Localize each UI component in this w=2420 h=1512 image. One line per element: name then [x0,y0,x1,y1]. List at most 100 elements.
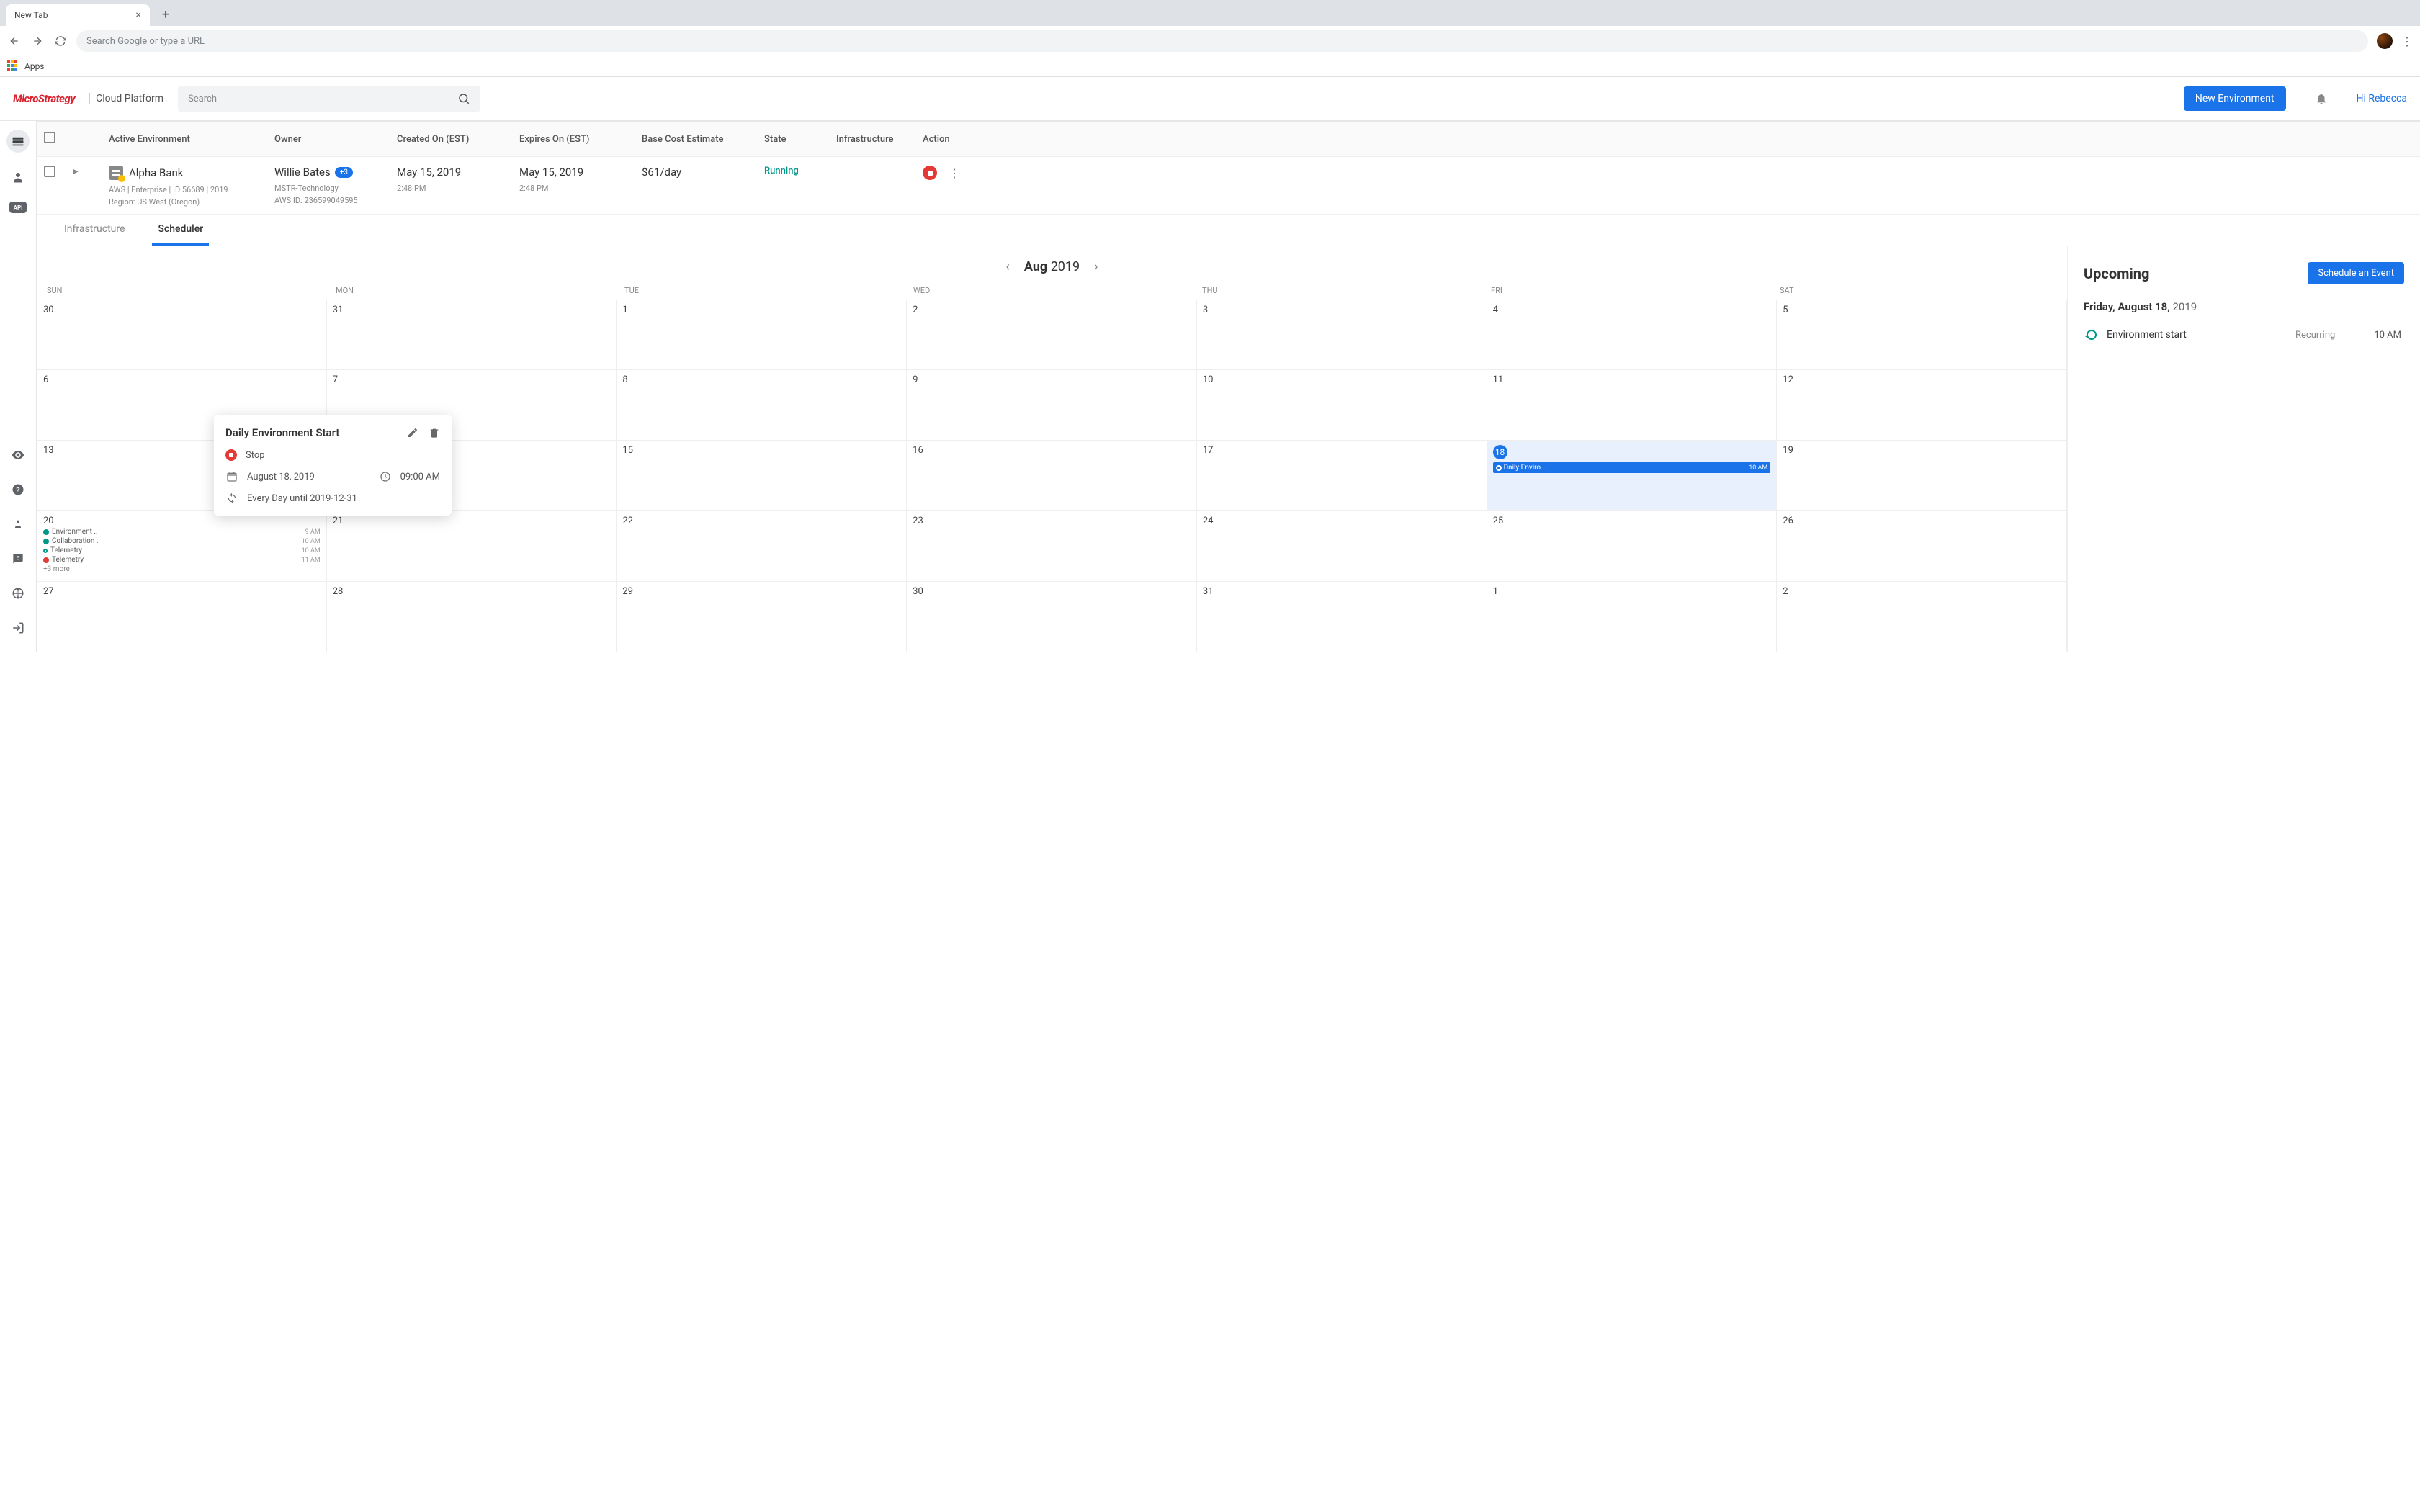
bookmark-bar: Apps [0,56,2420,77]
calendar-cell[interactable]: 5 [1777,300,2067,370]
rail-globe-icon[interactable] [6,582,30,605]
calendar-cell[interactable]: 29 [617,582,907,652]
reload-button[interactable] [53,34,68,48]
rail-environments-icon[interactable] [6,130,30,153]
calendar-cell[interactable]: 30 [907,582,1197,652]
calendar-cell[interactable]: 31 [327,300,617,370]
notifications-icon[interactable] [2315,92,2328,105]
calendar-cell[interactable]: 28 [327,582,617,652]
calendar-cell[interactable]: 16 [907,441,1197,511]
apps-icon[interactable] [7,60,19,72]
day-number: 1 [1493,586,1771,597]
calendar-cell[interactable]: 18Daily Enviro…10 AM [1487,441,1778,511]
calendar-cell[interactable]: 23 [907,511,1197,582]
apps-label[interactable]: Apps [24,61,45,71]
omnibox-placeholder: Search Google or type a URL [86,36,205,47]
rail-person-icon[interactable] [6,513,30,536]
calendar-cell[interactable]: 12 [1777,370,2067,441]
profile-avatar[interactable] [2377,33,2393,49]
calendar-cell[interactable]: 11 [1487,370,1778,441]
day-number: 27 [43,586,321,597]
owner-meta: MSTR-Technology AWS ID: 236599049595 [274,183,397,207]
event-popover: Daily Environment Start Stop August 18, … [214,415,452,516]
next-month-icon[interactable]: › [1094,259,1098,274]
calendar-cell[interactable]: 19 [1777,441,2067,511]
rail-user-icon[interactable] [6,166,30,189]
calendar-cell[interactable]: 26 [1777,511,2067,582]
calendar-cell[interactable]: 25 [1487,511,1778,582]
rail-api-icon[interactable]: API [9,202,27,213]
calendar-cell[interactable]: 4 [1487,300,1778,370]
back-button[interactable] [7,34,22,48]
environment-name[interactable]: Alpha Bank [109,166,274,180]
calendar-cell[interactable]: 2 [907,300,1197,370]
day-number: 2 [1783,586,2061,597]
calendar-cell[interactable]: 20Environment ..9 AMCollaboration .10 AM… [37,511,327,582]
more-events-link[interactable]: +3 more [43,565,321,573]
search-input[interactable]: Search [178,86,480,112]
repeat-icon [225,492,238,504]
clock-icon [379,471,392,482]
calendar-cell[interactable]: 8 [617,370,907,441]
calendar-cell[interactable]: 31 [1197,582,1487,652]
mini-event[interactable]: Telemetry11 AM [43,556,321,564]
calendar-cell[interactable]: 30 [37,300,327,370]
row-checkbox[interactable] [44,166,55,177]
calendar-cell[interactable]: 10 [1197,370,1487,441]
search-placeholder: Search [188,94,217,104]
calendar-cell[interactable]: 3 [1197,300,1487,370]
day-number: 23 [913,516,1191,526]
state-value: Running [764,166,836,176]
tab-strip: New Tab × + [0,0,2420,26]
omnibox[interactable]: Search Google or type a URL [76,30,2368,52]
calendar-cell[interactable]: 2 [1777,582,2067,652]
sub-tabs: Infrastructure Scheduler [37,215,2420,246]
user-greeting[interactable]: Hi Rebecca [2357,93,2407,104]
event-chip[interactable]: Daily Enviro…10 AM [1493,462,1771,473]
schedule-event-button[interactable]: Schedule an Event [2308,262,2404,284]
calendar-cell[interactable]: 9 [907,370,1197,441]
app-header: MicroStrategy Cloud Platform Search New … [0,77,2420,121]
col-active-env: Active Environment [109,134,274,145]
mini-event[interactable]: Collaboration .10 AM [43,537,321,545]
calendar-cell[interactable]: 1 [1487,582,1778,652]
row-menu-icon[interactable]: ⋮ [949,166,960,180]
weekday-label: TUE [619,286,908,295]
forward-button[interactable] [30,34,45,48]
upcoming-date: Friday, August 18, 2019 [2084,300,2404,313]
svg-text:?: ? [16,485,19,495]
prev-month-icon[interactable]: ‹ [1005,259,1009,274]
rail-visibility-icon[interactable] [6,444,30,467]
calendar-cell[interactable]: 1 [617,300,907,370]
stop-action-icon[interactable] [923,166,937,180]
mini-event[interactable]: Telemetry10 AM [43,546,321,554]
edit-icon[interactable] [407,427,418,438]
env-meta: AWS | Enterprise | ID:56689 | 2019 Regio… [109,184,274,208]
upcoming-item[interactable]: Environment start Recurring 10 AM [2084,319,2404,351]
tab-scheduler[interactable]: Scheduler [152,215,209,246]
rail-feedback-icon[interactable] [6,547,30,570]
calendar-cell[interactable]: 21 [327,511,617,582]
day-number: 3 [1203,305,1481,315]
rail-logout-icon[interactable] [6,616,30,639]
calendar-cell[interactable]: 15 [617,441,907,511]
calendar-cell[interactable]: 24 [1197,511,1487,582]
calendar-cell[interactable]: 17 [1197,441,1487,511]
calendar-cell[interactable]: 27 [37,582,327,652]
col-cost: Base Cost Estimate [642,134,764,145]
weekday-label: THU [1196,286,1485,295]
mini-event[interactable]: Environment ..9 AM [43,528,321,536]
tab-title: New Tab [14,10,48,20]
tab-infrastructure[interactable]: Infrastructure [58,215,130,246]
browser-menu-icon[interactable]: ⋮ [2401,35,2413,48]
rail-help-icon[interactable]: ? [6,478,30,501]
new-tab-button[interactable]: + [156,4,176,24]
select-all-checkbox[interactable] [44,132,55,143]
calendar-cell[interactable]: 22 [617,511,907,582]
browser-tab[interactable]: New Tab × [6,4,150,26]
delete-icon[interactable] [429,427,440,438]
new-environment-button[interactable]: New Environment [2184,86,2286,111]
day-number: 28 [333,586,611,597]
close-icon[interactable]: × [136,9,141,21]
expand-icon[interactable]: ▶ [73,168,79,176]
